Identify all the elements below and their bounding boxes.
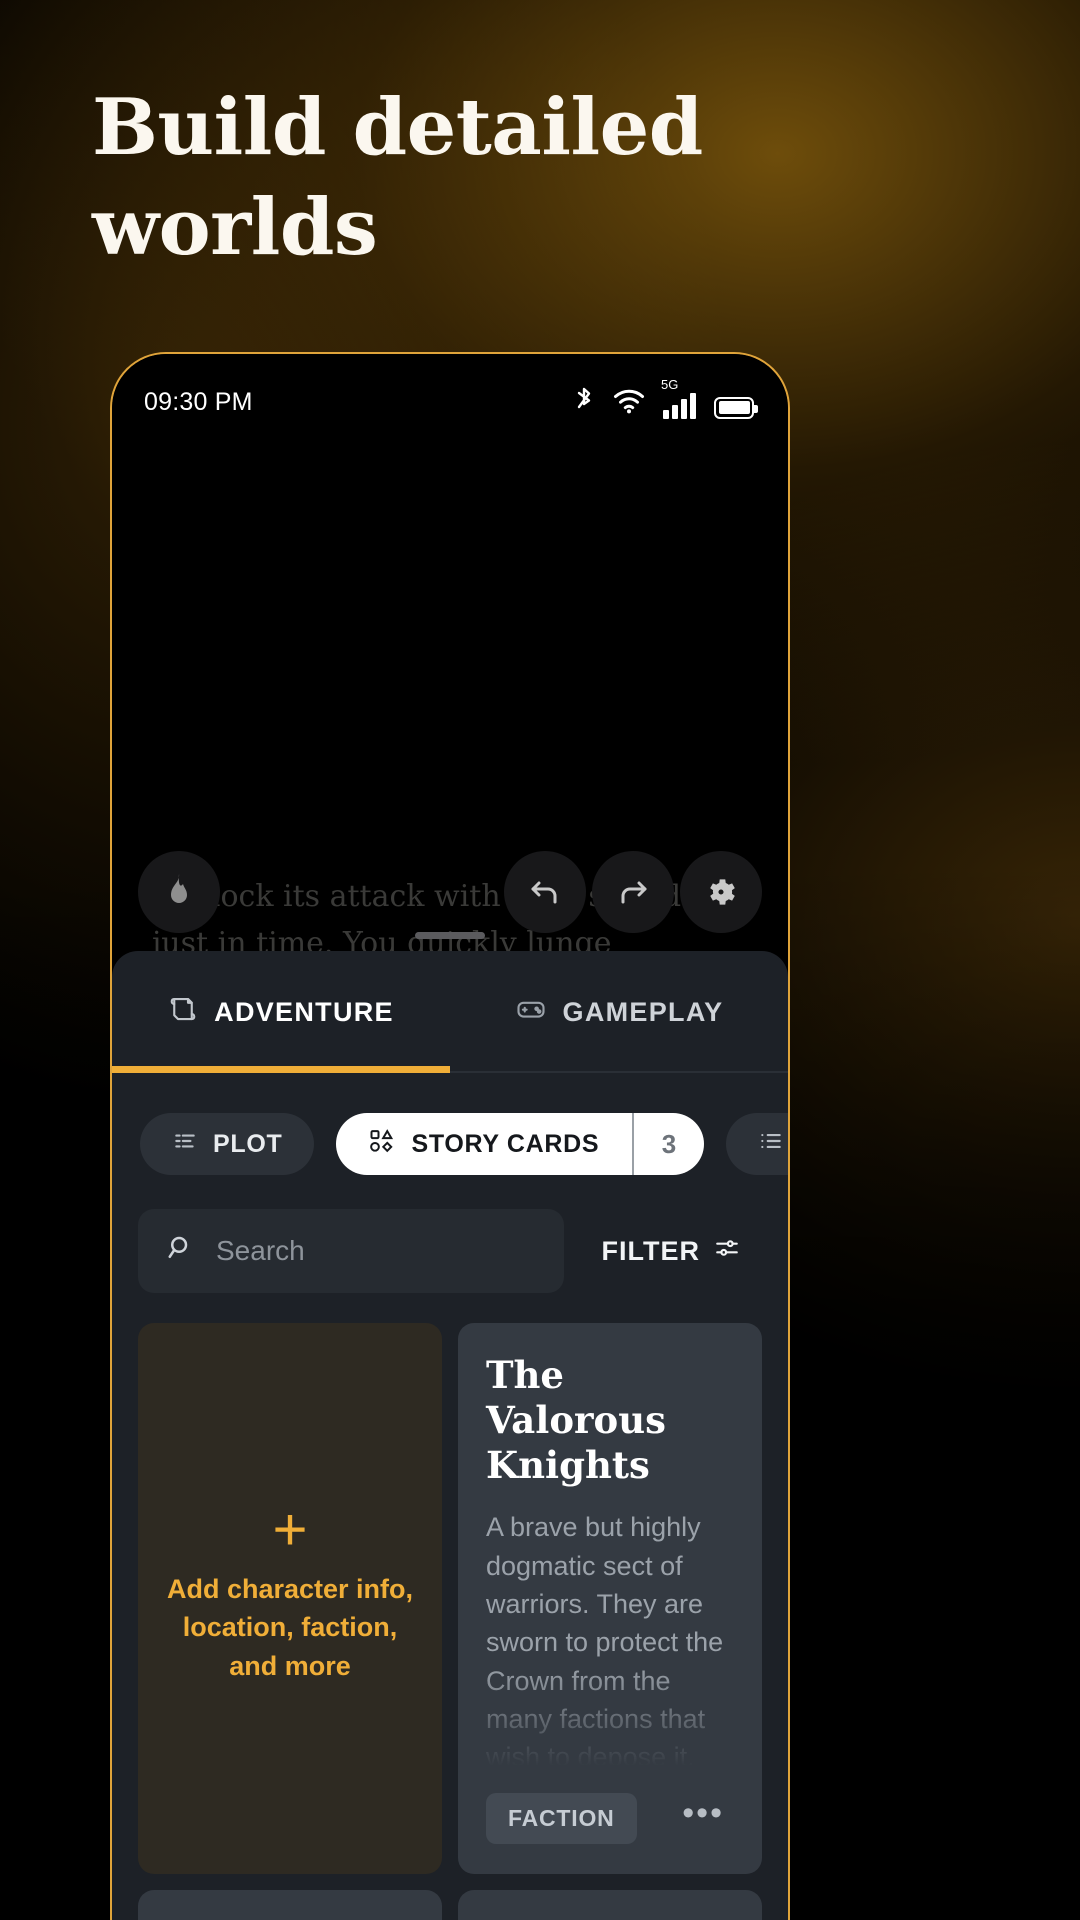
story-card-description: A brave but highly dogmatic sect of warr… (486, 1512, 724, 1773)
chip-story-cards-count: 3 (632, 1113, 704, 1175)
section-chips: PLOT STORY CARDS 3 DETAILS (112, 1073, 788, 1183)
tab-gameplay[interactable]: GAMEPLAY (450, 951, 788, 1073)
tab-adventure-label: ADVENTURE (214, 996, 394, 1027)
story-card[interactable]: The Grotto The secret seaside meeting pl… (138, 1889, 442, 1920)
search-placeholder: Search (216, 1235, 305, 1266)
plus-icon: + (272, 1495, 308, 1563)
story-card-footer: FACTION ••• (486, 1792, 734, 1844)
status-bar-icons: 5G (573, 378, 758, 419)
gamepad-icon (515, 994, 547, 1031)
add-story-card-label: Add character info, location, faction, a… (166, 1573, 414, 1681)
chip-plot-label: PLOT (213, 1129, 283, 1158)
chip-plot[interactable]: PLOT (140, 1113, 315, 1175)
details-list-icon (758, 1128, 784, 1161)
story-card-title: The Valorous Knights (486, 1353, 666, 1488)
settings-button[interactable] (680, 851, 762, 933)
tab-active-indicator (112, 1066, 450, 1073)
gear-icon (703, 874, 739, 910)
filter-button-label: FILTER (601, 1235, 700, 1266)
cellular-signal-icon: 5G (661, 378, 696, 419)
bluetooth-icon (573, 386, 595, 419)
story-cards-shapes-icon (368, 1127, 396, 1162)
undo-button[interactable] (504, 851, 586, 933)
story-card-overflow-button[interactable]: ••• (682, 1796, 734, 1833)
search-input[interactable]: Search (138, 1209, 564, 1293)
sheet-tabs: ADVENTURE GAMEPLAY (112, 951, 788, 1073)
flame-button[interactable] (138, 851, 220, 933)
story-cards-grid: + Add character info, location, faction,… (112, 1293, 788, 1920)
chip-details[interactable]: DETAILS (726, 1113, 788, 1175)
filter-sliders-icon (714, 1235, 740, 1268)
network-type-label: 5G (661, 376, 679, 392)
wifi-icon (613, 388, 645, 419)
undo-icon (527, 874, 563, 910)
bottom-sheet: ADVENTURE GAMEPLAY PLOT STORY CARDS 3 Se… (112, 951, 788, 1920)
status-bar: 09:30 PM 5G (112, 354, 788, 450)
page-headline: Build detailed worlds (92, 82, 703, 273)
phone-mockup: 09:30 PM 5G block its attack with just i… (110, 352, 790, 1920)
story-card[interactable]: Were-tigers A race of genetically modifi… (458, 1889, 762, 1920)
search-row: Search FILTER (112, 1183, 788, 1293)
phone-screen: 09:30 PM 5G block its attack with just i… (112, 354, 788, 1920)
sheet-drag-handle[interactable] (415, 932, 485, 939)
story-card[interactable]: The Valorous Knights A brave but highly … (458, 1323, 762, 1874)
redo-button[interactable] (592, 851, 674, 933)
battery-icon (714, 396, 758, 419)
floating-toolbar (112, 851, 788, 933)
chip-story-cards-label: STORY CARDS (411, 1129, 600, 1158)
search-icon (166, 1233, 196, 1270)
filter-button[interactable]: FILTER (574, 1235, 762, 1268)
tab-adventure[interactable]: ADVENTURE (112, 951, 450, 1073)
story-card-tag: FACTION (486, 1792, 637, 1844)
tab-gameplay-label: GAMEPLAY (562, 996, 724, 1027)
add-story-card[interactable]: + Add character info, location, faction,… (138, 1323, 442, 1874)
redo-icon (615, 874, 651, 910)
scroll-icon (168, 994, 198, 1031)
status-bar-clock: 09:30 PM (144, 387, 253, 416)
flame-icon (163, 872, 195, 912)
toolbar-right-group (504, 851, 762, 933)
plot-list-icon (172, 1128, 198, 1161)
chip-story-cards[interactable]: STORY CARDS 3 (336, 1113, 705, 1175)
